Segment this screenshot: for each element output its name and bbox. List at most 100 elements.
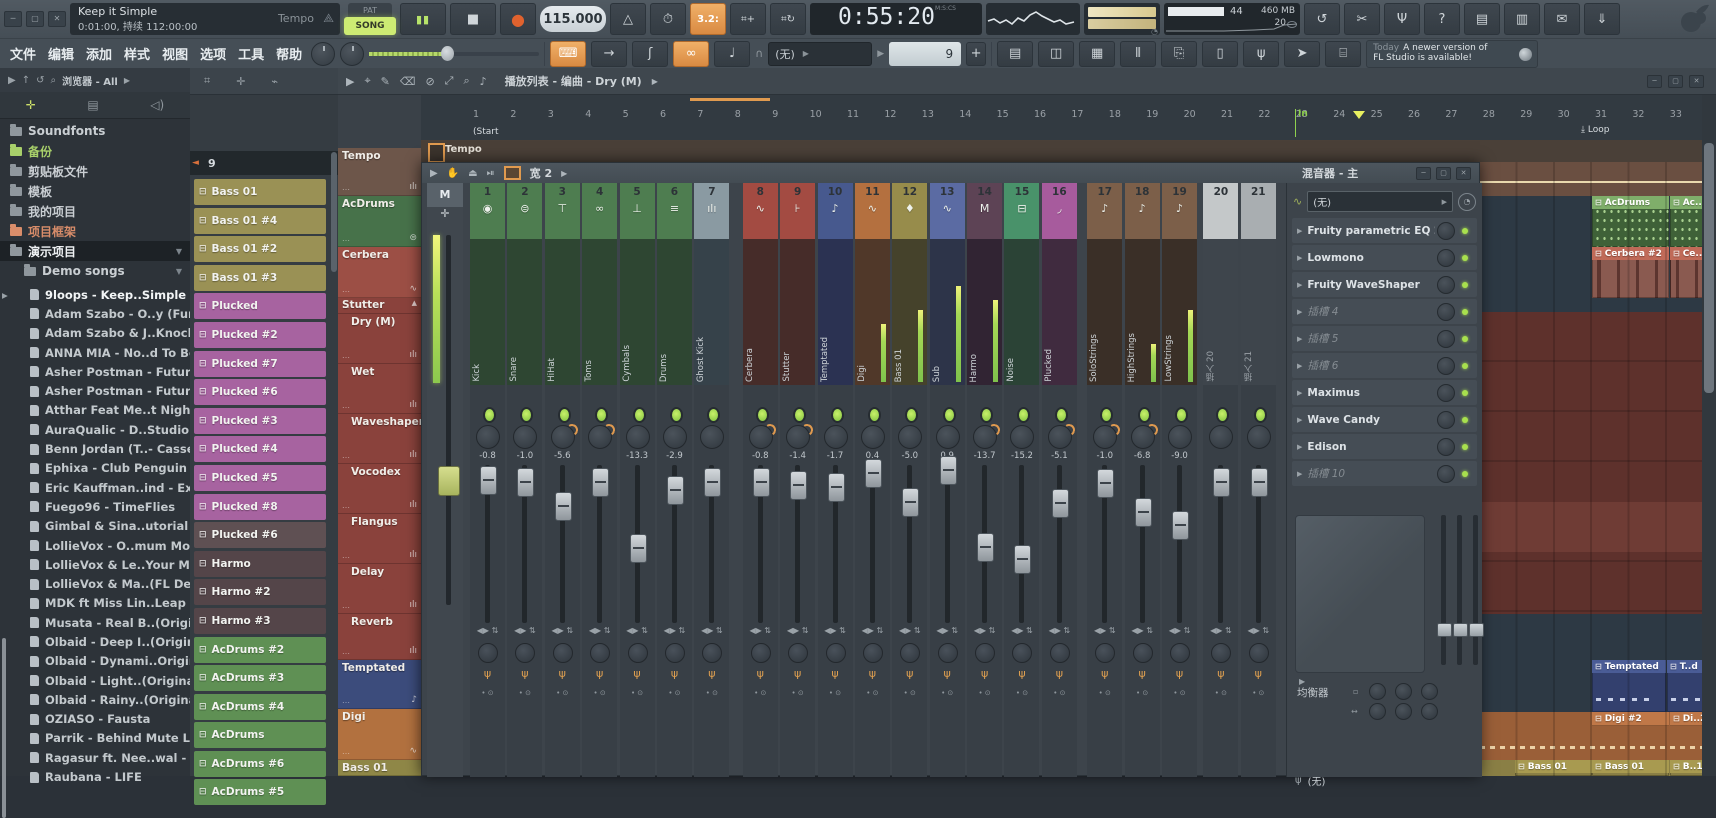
channel-stereo-knob[interactable] <box>1095 643 1115 663</box>
fader-handle[interactable] <box>902 488 919 517</box>
mixer-channel-strip[interactable]: 4 ∞ Toms ◀▶ ⇅ ψ • ⊙ <box>582 183 617 777</box>
track-menu-dots[interactable]: … <box>342 647 350 656</box>
channel-stereo-sep[interactable]: ◀▶ ⇅ <box>620 626 655 635</box>
browser-tab-waveforms-icon[interactable]: ✛ <box>26 98 36 112</box>
pattern-selector[interactable]: 9 <box>889 42 961 66</box>
mini-fader[interactable] <box>1473 515 1478 665</box>
channel-rec-dots[interactable]: • ⊙ <box>582 689 617 697</box>
channel-header[interactable]: 14 M <box>967 183 1002 239</box>
channel-stereo-sep[interactable]: ◀▶ ⇅ <box>1162 626 1197 635</box>
plugin-slot[interactable]: ▶ Wave Candy <box>1292 407 1477 432</box>
channel-header[interactable]: 9 ⊦ <box>780 183 815 239</box>
slot-mix-knob[interactable] <box>1437 303 1455 321</box>
slot-mix-knob[interactable] <box>1437 222 1455 240</box>
pattern-item[interactable]: ⊟ Plucked #2 <box>194 322 326 348</box>
browser-tab-files-icon[interactable]: ▤ <box>87 98 98 112</box>
mixer-maximize-button[interactable]: ▢ <box>1436 167 1451 180</box>
pattern-item[interactable]: ⊟ Plucked <box>194 293 326 319</box>
channel-body[interactable]: Drums <box>657 239 692 385</box>
track-menu-dots[interactable]: … <box>342 451 350 460</box>
channel-stereo-sep[interactable]: ◀▶ ⇅ <box>892 626 927 635</box>
channel-body[interactable]: Bass 01 <box>892 239 927 385</box>
track-header[interactable]: Cerbera … ∿ <box>338 247 421 298</box>
fader-handle[interactable] <box>1251 468 1268 497</box>
channel-stereo-knob[interactable] <box>553 643 573 663</box>
feedback-button[interactable]: ✉ <box>1544 3 1580 35</box>
channel-fader[interactable] <box>1162 465 1197 623</box>
mixer-channel-strip[interactable]: 21 插入 21 ◀▶ ⇅ ψ • ⊙ <box>1241 183 1276 777</box>
mixer-channel-strip[interactable]: 1 ◉ Kick -0.8 ◀▶ ⇅ ψ • ⊙ <box>470 183 505 777</box>
channel-rec-dots[interactable]: • ⊙ <box>780 689 815 697</box>
channel-stereo-sep[interactable]: ◀▶ ⇅ <box>1203 626 1238 635</box>
browser-file-item[interactable]: Asher Postman - Future Bass <box>0 362 190 381</box>
fader-handle[interactable] <box>1097 469 1114 498</box>
channel-stereo-knob[interactable] <box>863 643 883 663</box>
track-header[interactable]: Vocodex … ılı <box>338 464 421 514</box>
pattern-item[interactable]: ⊟ Harmo <box>194 551 326 577</box>
master-pitch-knob[interactable] <box>340 42 364 66</box>
browser-file-item[interactable]: LollieVox & Ma..(FL Demo Edit) <box>0 574 190 593</box>
window-maximize-button[interactable]: ▢ <box>26 11 44 27</box>
project-picker-button[interactable]: ▯ <box>1202 41 1238 67</box>
track-menu-dots[interactable]: … <box>342 183 350 192</box>
mixer-minimize-button[interactable]: ─ <box>1416 167 1431 180</box>
fader-handle[interactable] <box>517 468 534 497</box>
mixer-channel-strip[interactable]: 10 ♪ Temptated -1.7 ◀▶ ⇅ ψ • ⊙ <box>818 183 853 777</box>
channel-rec-dots[interactable]: • ⊙ <box>1125 689 1160 697</box>
channel-pan-knob[interactable] <box>898 425 922 449</box>
channel-body[interactable]: 插入 21 <box>1241 239 1276 385</box>
channel-stereo-knob[interactable] <box>938 643 958 663</box>
mixer-channel-strip[interactable]: 19 ♪ LowStrings -9.0 ◀▶ ⇅ ψ • ⊙ <box>1162 183 1197 777</box>
channel-fx-plug-icon[interactable]: ψ <box>470 667 505 680</box>
channel-fx-plug-icon[interactable]: ψ <box>582 667 617 680</box>
playlist-draw-icon[interactable]: ✎ <box>381 75 390 88</box>
browser-file-item[interactable]: Ragasur ft. Nee..wal - Red Rani <box>0 748 190 767</box>
mixer-channel-strip[interactable]: 8 ∿ Cerbera -0.8 ◀▶ ⇅ ψ • ⊙ <box>743 183 778 777</box>
browser-file-item[interactable]: Olbaid - Rainy..(Original Mix) <box>0 690 190 709</box>
slot-mix-knob[interactable] <box>1437 384 1455 402</box>
channel-body[interactable]: Snare <box>507 239 542 385</box>
eq-knob[interactable] <box>1421 683 1438 700</box>
channel-stereo-sep[interactable]: ◀▶ ⇅ <box>694 626 729 635</box>
touch-controller-button[interactable]: ➤ <box>1284 41 1320 67</box>
plugin-slot[interactable]: ▶ 插槽 10 <box>1292 461 1477 486</box>
channel-mute-led[interactable] <box>707 407 720 423</box>
channel-mute-led[interactable] <box>558 407 571 423</box>
channel-fader[interactable] <box>1203 465 1238 623</box>
track-header[interactable]: Temptated … ♪ <box>338 660 421 709</box>
eq-knob[interactable] <box>1369 683 1386 700</box>
channel-fx-plug-icon[interactable]: ψ <box>855 667 890 680</box>
channel-pan-knob[interactable] <box>1131 425 1155 449</box>
fader-handle[interactable] <box>667 476 684 505</box>
pattern-item[interactable]: ⊟ AcDrums #4 <box>194 694 326 720</box>
channel-rec-dots[interactable]: • ⊙ <box>892 689 927 697</box>
mixer-channel-strip[interactable]: 5 ⊥ Cymbals -13.3 ◀▶ ⇅ ψ • ⊙ <box>620 183 655 777</box>
track-menu-dots[interactable]: … <box>342 601 350 610</box>
slot-arrow-icon[interactable]: ▶ <box>1297 227 1302 235</box>
channel-body[interactable]: Cymbals <box>620 239 655 385</box>
pattern-item[interactable]: ⊟ Plucked #4 <box>194 436 326 462</box>
loop-marker[interactable]: ⤓ Loop <box>1581 125 1609 135</box>
playlist-ruler[interactable]: 1234567891011121314151617181920212223242… <box>421 95 1716 141</box>
channel-rec-dots[interactable]: • ⊙ <box>507 689 542 697</box>
slot-arrow-icon[interactable]: ▶ <box>1297 335 1302 343</box>
window-minimize-button[interactable]: ─ <box>4 11 22 27</box>
mixer-channel-strip[interactable]: 9 ⊦ Stutter -1.4 ◀▶ ⇅ ψ • ⊙ <box>780 183 815 777</box>
channel-stereo-knob[interactable] <box>515 643 535 663</box>
track-menu-dots[interactable]: … <box>342 301 350 310</box>
browser-search-icon[interactable]: ⌕ <box>50 75 56 86</box>
channel-fader[interactable] <box>1004 465 1039 623</box>
channel-fx-plug-icon[interactable]: ψ <box>1162 667 1197 680</box>
mixer-channel-strip[interactable]: 17 ♪ SoloStrings -1.0 ◀▶ ⇅ ψ • ⊙ <box>1087 183 1122 777</box>
blend-recording-button[interactable]: ⌗+ <box>730 3 766 35</box>
channel-rec-dots[interactable]: • ⊙ <box>657 689 692 697</box>
slider-handle[interactable] <box>441 46 454 61</box>
record-audio-button[interactable]: Ψ <box>1384 3 1420 35</box>
channel-stereo-knob[interactable] <box>702 643 722 663</box>
channel-stereo-sep[interactable]: ◀▶ ⇅ <box>967 626 1002 635</box>
channel-stereo-knob[interactable] <box>975 643 995 663</box>
slot-enable-led[interactable] <box>1462 336 1468 342</box>
channel-header[interactable]: 4 ∞ <box>582 183 617 239</box>
tempo-automation-row[interactable] <box>1480 162 1716 196</box>
save-button[interactable]: ▤ <box>1464 3 1500 35</box>
